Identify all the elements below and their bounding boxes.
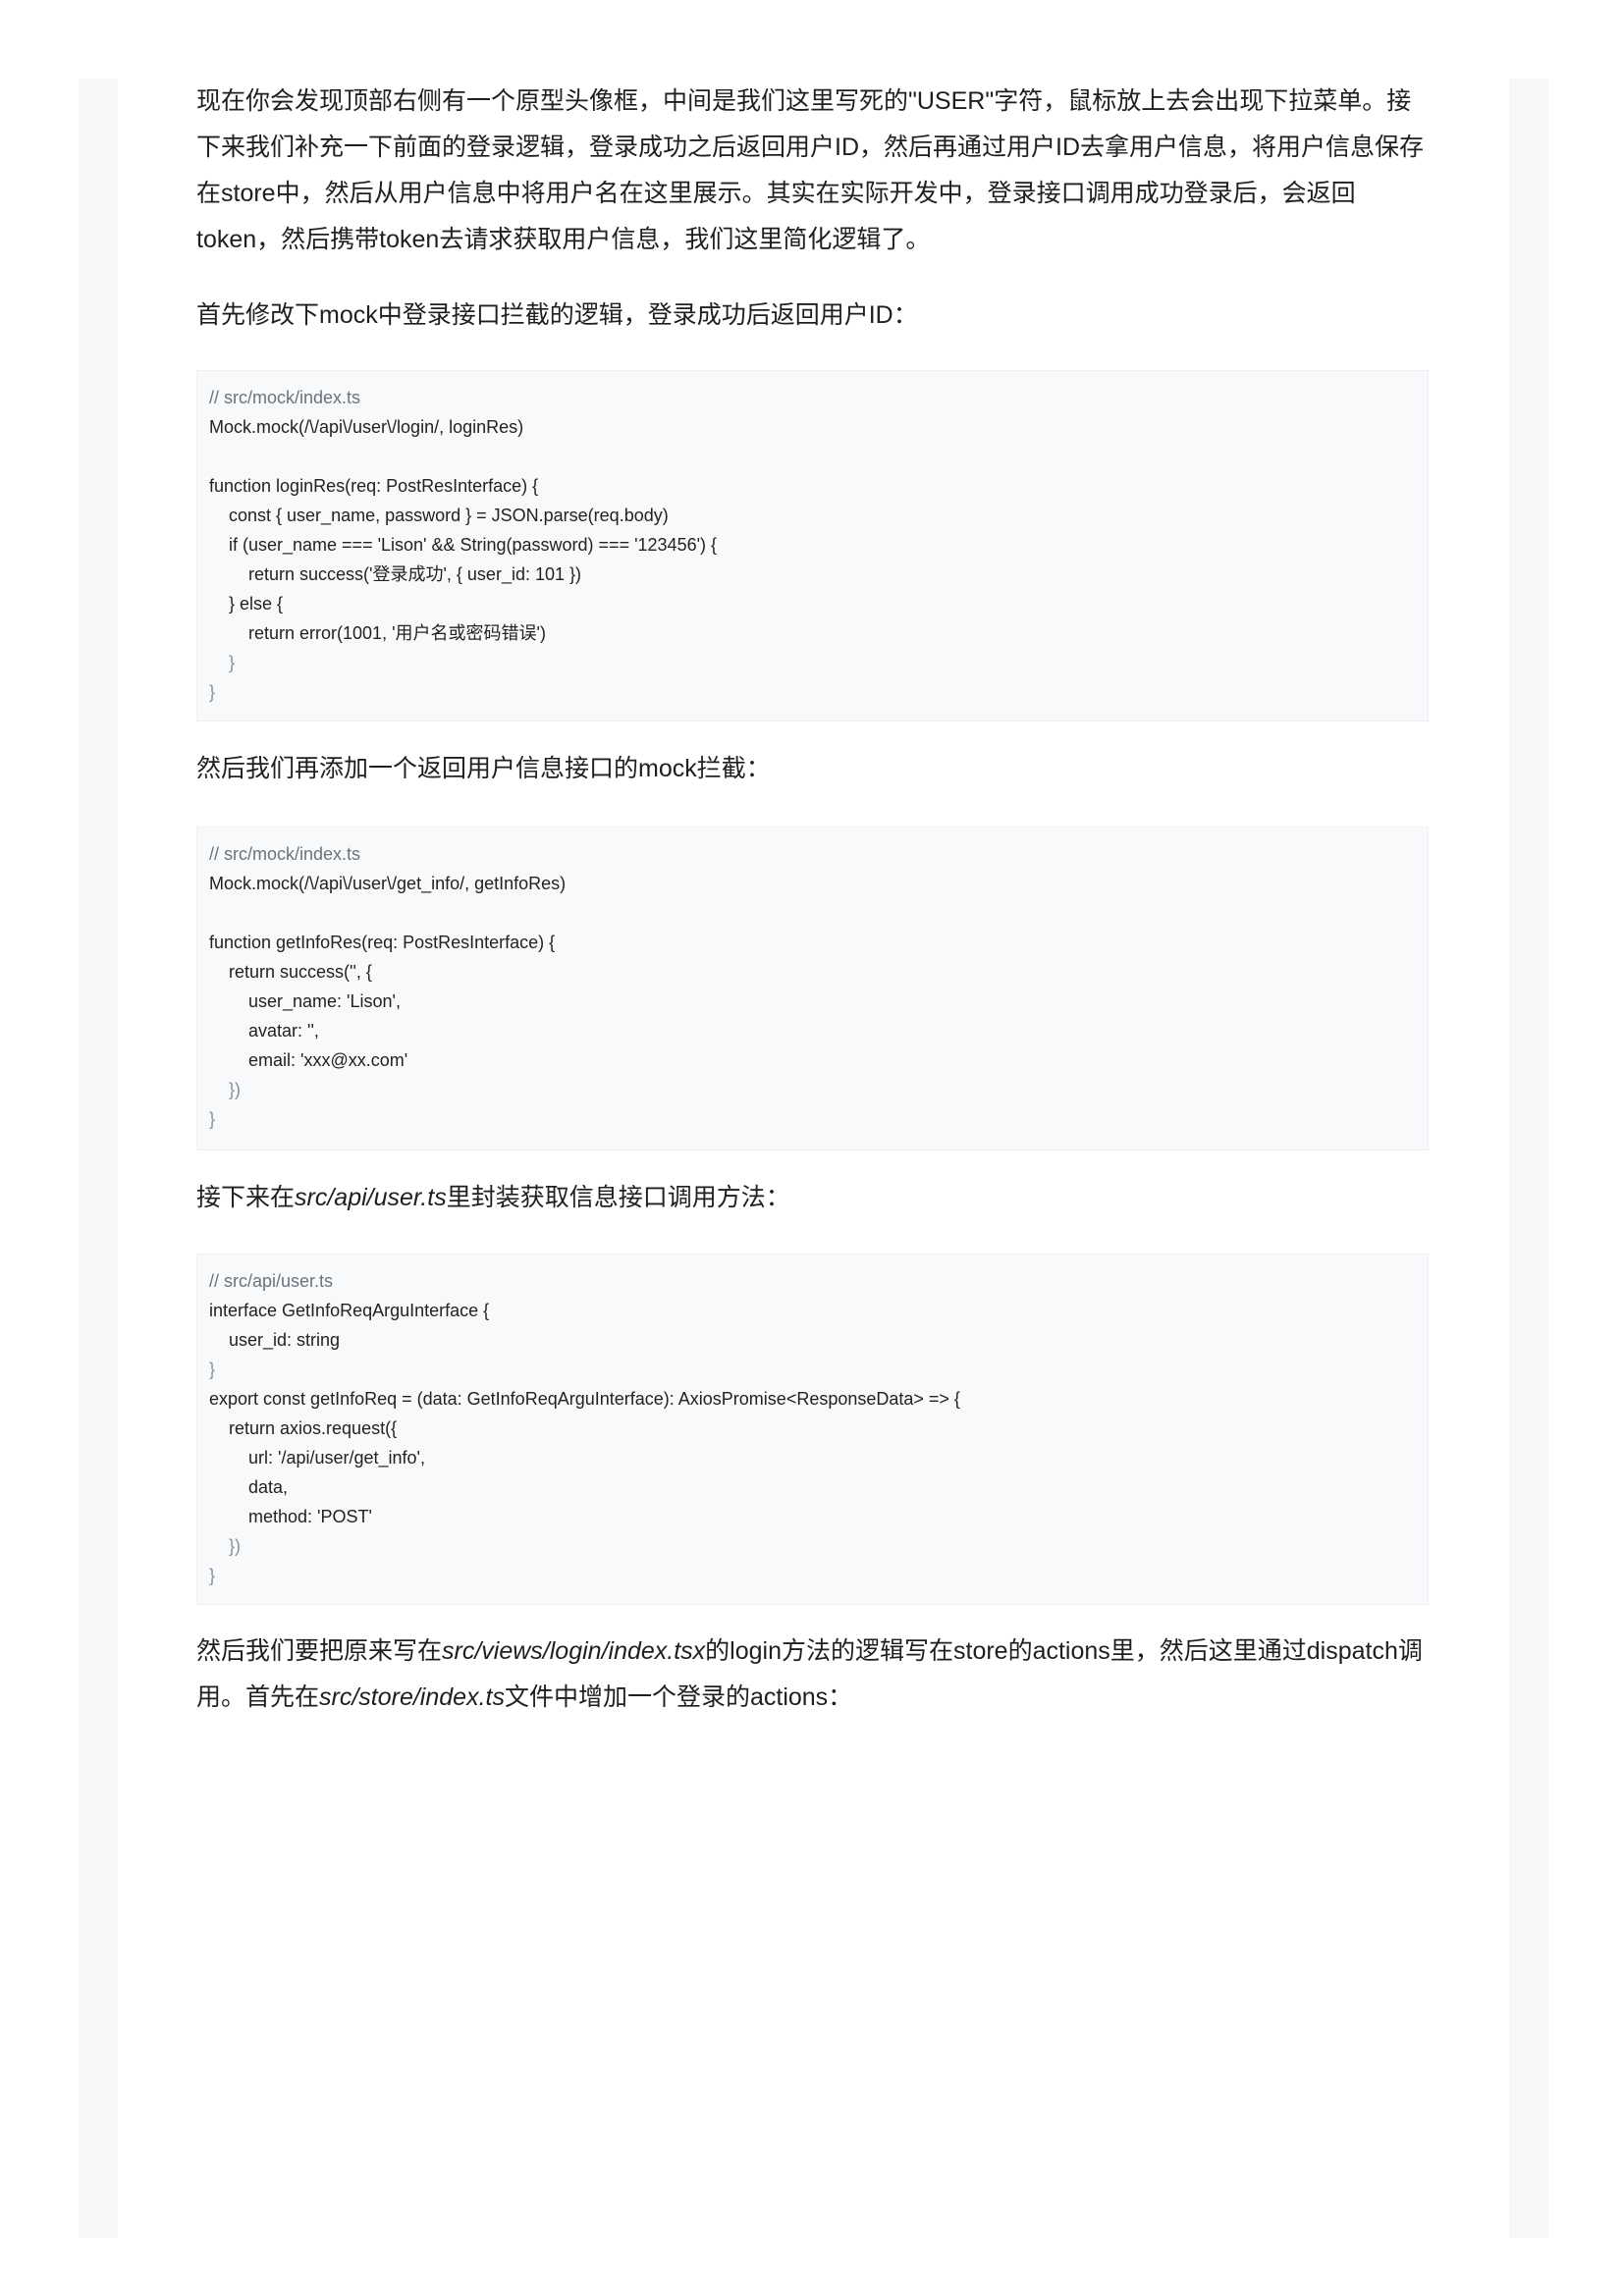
- code-line: user_id: string: [229, 1330, 341, 1350]
- code-line: export const getInfoReq = (data: GetInfo…: [209, 1389, 960, 1409]
- text-span: 文件中增加一个登录的actions：: [504, 1683, 853, 1711]
- code-line: // src/mock/index.ts: [209, 388, 361, 407]
- code-line: return success('登录成功', { user_id: 101 }): [248, 564, 582, 584]
- paragraph-store-actions: 然后我们要把原来写在src/views/login/index.tsx的logi…: [196, 1629, 1424, 1721]
- paragraph-api-user: 接下来在src/api/user.ts里封装获取信息接口调用方法：: [196, 1175, 790, 1221]
- code-line: }: [209, 682, 216, 702]
- code-line: }: [209, 1566, 216, 1585]
- code-line: Mock.mock(/\/api\/user\/get_info/, getIn…: [209, 874, 567, 893]
- code-line: const { user_name, password } = JSON.par…: [229, 506, 669, 525]
- code-line: }: [209, 1109, 216, 1129]
- code-line: avatar: '',: [248, 1021, 319, 1041]
- text-span: 接下来在: [196, 1184, 296, 1211]
- code-line: if (user_name === 'Lison' && String(pass…: [229, 535, 718, 555]
- code-line: user_name: 'Lison',: [248, 991, 401, 1011]
- left-margin-band: [79, 79, 118, 2238]
- code-line: function loginRes(req: PostResInterface)…: [209, 476, 539, 496]
- code-line: email: 'xxx@xx.com': [248, 1050, 408, 1070]
- paragraph-mock-info: 然后我们再添加一个返回用户信息接口的mock拦截：: [196, 755, 771, 782]
- text-span: 然后我们要把原来写在: [196, 1637, 443, 1665]
- code-line: return axios.request({: [229, 1418, 398, 1438]
- code-block-api-user: // src/api/user.ts interface GetInfoReqA…: [196, 1254, 1429, 1605]
- code-block-login-mock: // src/mock/index.ts Mock.mock(/\/api\/u…: [196, 370, 1429, 721]
- right-margin-band: [1509, 79, 1548, 2238]
- code-line: // src/mock/index.ts: [209, 844, 361, 864]
- code-line: return success('', {: [229, 962, 372, 982]
- code-line: return error(1001, '用户名或密码错误'): [248, 623, 546, 643]
- code-line: }: [229, 653, 236, 672]
- code-line: // src/api/user.ts: [209, 1271, 334, 1291]
- code-line: function getInfoRes(req: PostResInterfac…: [209, 933, 556, 952]
- code-line: interface GetInfoReqArguInterface {: [209, 1301, 490, 1320]
- paragraph-intro: 现在你会发现顶部右侧有一个原型头像框，中间是我们这里写死的"USER"字符，鼠标…: [196, 87, 1425, 253]
- code-line: } else {: [229, 594, 284, 614]
- code-line: }: [209, 1360, 216, 1379]
- file-path: src/views/login/index.tsx: [442, 1637, 706, 1665]
- paragraph-mock-login: 首先修改下mock中登录接口拦截的逻辑，登录成功后返回用户ID：: [196, 301, 918, 329]
- code-line: url: '/api/user/get_info',: [248, 1448, 425, 1468]
- code-line: Mock.mock(/\/api\/user\/login/, loginRes…: [209, 417, 524, 437]
- code-line: }): [229, 1536, 242, 1556]
- code-line: data,: [248, 1477, 289, 1497]
- file-path: src/api/user.ts: [295, 1184, 447, 1211]
- file-path: src/store/index.ts: [319, 1683, 505, 1711]
- code-block-getinfo-mock: // src/mock/index.ts Mock.mock(/\/api\/u…: [196, 827, 1429, 1150]
- text-span: 里封装获取信息接口调用方法：: [446, 1184, 790, 1211]
- code-line: method: 'POST': [248, 1507, 372, 1526]
- code-line: }): [229, 1080, 242, 1099]
